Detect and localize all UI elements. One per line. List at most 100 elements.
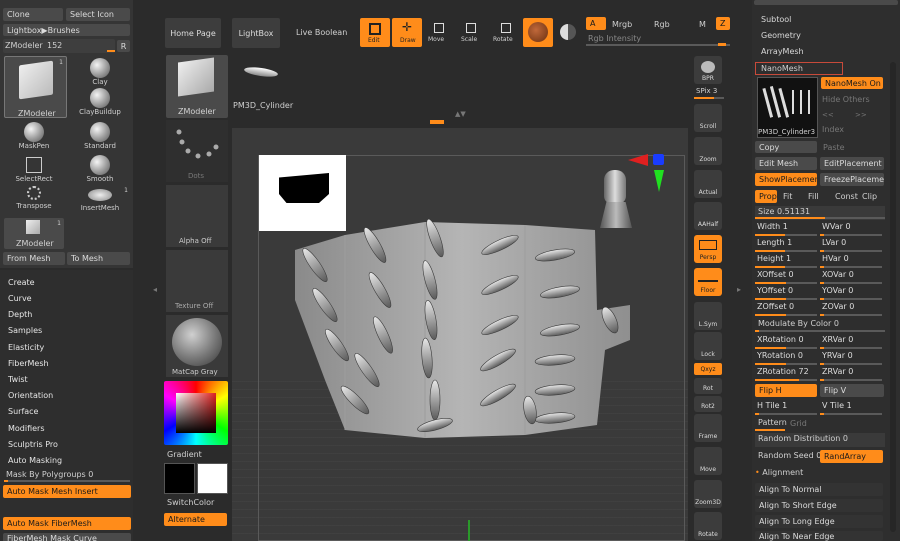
from-mesh-button[interactable]: From Mesh (3, 252, 65, 265)
height-slider[interactable]: Height 1 (757, 254, 791, 263)
alpha-tile[interactable]: Alpha Off (166, 185, 228, 247)
nanomesh-header[interactable]: NanoMesh (755, 62, 843, 75)
xrvar-track[interactable] (820, 347, 882, 349)
lvar-slider[interactable]: LVar 0 (822, 238, 846, 247)
live-boolean-button[interactable]: Live Boolean (296, 28, 347, 37)
a-button[interactable]: A (586, 17, 606, 30)
clip-button[interactable]: Clip (862, 192, 877, 201)
rotate-view-button[interactable]: Rotate (694, 512, 722, 540)
zrotation-slider[interactable]: ZRotation 72 (757, 367, 809, 376)
yrvar-track[interactable] (820, 363, 882, 365)
menu-elasticity[interactable]: Elasticity (8, 343, 44, 352)
zrotation-track[interactable] (755, 379, 817, 381)
lvar-track[interactable] (820, 250, 882, 252)
freeze-placement-button[interactable]: FreezePlacemen (820, 173, 884, 186)
brush-zmodeler-tile[interactable]: 1 ZModeler (4, 56, 67, 118)
rand-array-button[interactable]: RandArray (820, 450, 883, 463)
nanomesh-on-button[interactable]: NanoMesh On (821, 77, 883, 89)
right-panel-top-strip[interactable] (754, 0, 898, 5)
index-next-button[interactable]: >> (855, 111, 883, 121)
auto-mask-mesh-insert-button[interactable]: Auto Mask Mesh Insert (3, 485, 131, 498)
zoffset-slider[interactable]: ZOffset 0 (757, 302, 794, 311)
rot-button[interactable]: Rot (694, 378, 722, 394)
menu-fibermesh[interactable]: FiberMesh (8, 359, 49, 368)
index-slider[interactable]: Index (822, 125, 844, 134)
modulate-by-color-slider[interactable]: Modulate By Color 0 (755, 318, 885, 332)
zoom3d-button[interactable]: Zoom3D (694, 480, 722, 508)
persp-button[interactable]: Persp (694, 235, 722, 263)
rotate-button[interactable]: Rotate (492, 20, 518, 46)
brush-smooth[interactable]: Smooth (76, 155, 124, 183)
length-track[interactable] (755, 250, 817, 252)
size-track[interactable] (755, 217, 885, 219)
menu-surface[interactable]: Surface (8, 407, 38, 416)
v-tile-slider[interactable]: V Tile 1 (822, 401, 852, 410)
xovar-slider[interactable]: XOVar 0 (822, 270, 854, 279)
zovar-slider[interactable]: ZOVar 0 (822, 302, 854, 311)
scale-button[interactable]: Scale (458, 20, 482, 46)
xrvar-slider[interactable]: XRVar 0 (822, 335, 853, 344)
const-button[interactable]: Const (835, 192, 858, 201)
wvar-slider[interactable]: WVar 0 (822, 222, 851, 231)
rgb-intensity-track[interactable] (586, 44, 730, 46)
menu-orientation[interactable]: Orientation (8, 391, 53, 400)
menu-twist[interactable]: Twist (8, 375, 28, 384)
scroll-button[interactable]: Scroll (694, 104, 722, 132)
texture-tile[interactable]: Texture Off (166, 250, 228, 312)
select-icon-button[interactable]: Select Icon (66, 8, 130, 21)
menu-geometry[interactable]: Geometry (761, 31, 801, 40)
color-picker-square[interactable] (176, 393, 216, 433)
index-prev-button[interactable]: << (822, 111, 850, 121)
h-tile-slider[interactable]: H Tile 1 (757, 401, 787, 410)
yoffset-track[interactable] (755, 298, 817, 300)
length-slider[interactable]: Length 1 (757, 238, 792, 247)
align-to-long-edge-button[interactable]: Align To Long Edge (755, 515, 883, 528)
alternate-button[interactable]: Alternate (164, 513, 227, 526)
gradient-label[interactable]: Gradient (167, 450, 202, 459)
home-page-button[interactable]: Home Page (165, 18, 221, 48)
canvas-top-arrows-icon[interactable]: ▲▼ (455, 110, 466, 118)
spix-track[interactable] (694, 97, 724, 99)
flip-v-button[interactable]: Flip V (820, 384, 884, 397)
yovar-track[interactable] (820, 298, 882, 300)
secondary-color-swatch[interactable] (197, 463, 228, 494)
pm3d-cylinder-thumb[interactable] (243, 65, 279, 79)
yoffset-slider[interactable]: YOffset 0 (757, 286, 793, 295)
fill-button[interactable]: Fill (808, 192, 819, 201)
yrvar-slider[interactable]: YRVar 0 (822, 351, 853, 360)
zovar-track[interactable] (820, 314, 882, 316)
right-panel-scrollbar[interactable] (890, 62, 896, 532)
switchcolor-button[interactable]: SwitchColor (167, 498, 214, 507)
xoffset-track[interactable] (755, 282, 817, 284)
show-placement-button[interactable]: ShowPlacement (755, 173, 817, 186)
height-track[interactable] (755, 266, 817, 268)
brush-maskpen[interactable]: MaskPen (10, 122, 58, 150)
menu-depth[interactable]: Depth (8, 310, 32, 319)
nanomesh-model[interactable] (285, 210, 645, 445)
rgb-intensity-handle[interactable] (718, 43, 726, 46)
m-button[interactable]: M (699, 20, 706, 29)
zmodeler-slider-handle[interactable] (107, 50, 115, 52)
auto-mask-fibermesh-button[interactable]: Auto Mask FiberMesh (3, 517, 131, 530)
hvar-track[interactable] (820, 266, 882, 268)
copy-button[interactable]: Copy (755, 141, 817, 153)
menu-create[interactable]: Create (8, 278, 35, 287)
xovar-track[interactable] (820, 282, 882, 284)
frame-button[interactable]: Frame (694, 414, 722, 442)
z-button[interactable]: Z (716, 17, 730, 30)
random-distribution-slider[interactable]: Random Distribution 0 (755, 433, 885, 447)
grid-button[interactable]: Grid (790, 419, 807, 428)
floor-button[interactable]: Floor (694, 268, 722, 296)
yrotation-slider[interactable]: YRotation 0 (757, 351, 803, 360)
mask-by-polygroups-track[interactable] (4, 480, 130, 482)
brush-selectrect[interactable]: SelectRect (10, 155, 58, 183)
fit-button[interactable]: Fit (783, 192, 792, 201)
draw-button[interactable]: ✛ Draw (392, 18, 422, 47)
wvar-track[interactable] (820, 234, 882, 236)
qxyz-button[interactable]: Qxyz (694, 363, 722, 375)
zrvar-track[interactable] (820, 379, 882, 381)
fibermesh-mask-curve[interactable]: FiberMesh Mask Curve (3, 533, 131, 541)
menu-arraymesh[interactable]: ArrayMesh (761, 47, 804, 56)
pattern-button[interactable]: Pattern (758, 418, 787, 427)
brush-claybuildup[interactable]: ClayBuildup (72, 88, 128, 116)
